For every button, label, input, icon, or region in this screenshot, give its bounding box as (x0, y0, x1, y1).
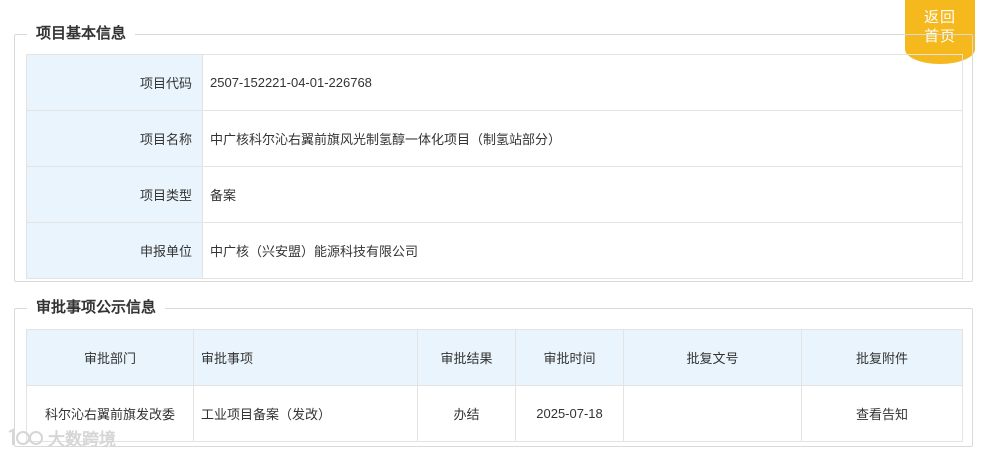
table-row: 项目代码 2507-152221-04-01-226768 (26, 54, 963, 111)
project-type-label: 项目类型 (26, 166, 203, 223)
table-row: 申报单位 中广核（兴安盟）能源科技有限公司 (26, 222, 963, 279)
applicant-value: 中广核（兴安盟）能源科技有限公司 (202, 222, 963, 279)
cell-attachment: 查看告知 (801, 385, 963, 442)
back-button-line1: 返回 (923, 9, 956, 26)
col-header-item: 审批事项 (193, 329, 418, 386)
project-name-label: 项目名称 (26, 110, 203, 167)
applicant-label: 申报单位 (26, 222, 203, 279)
table-row: 项目名称 中广核科尔沁右翼前旗风光制氢醇一体化项目（制氢站部分） (26, 110, 963, 167)
basic-info-table: 项目代码 2507-152221-04-01-226768 项目名称 中广核科尔… (26, 54, 963, 279)
project-code-label: 项目代码 (26, 54, 203, 111)
watermark: 大数跨境 (6, 425, 116, 450)
col-header-result: 审批结果 (417, 329, 516, 386)
brand-logo-icon (6, 427, 44, 448)
basic-info-section: 项目基本信息 项目代码 2507-152221-04-01-226768 项目名… (14, 24, 973, 282)
table-row: 项目类型 备案 (26, 166, 963, 223)
approval-table: 审批部门 审批事项 审批结果 审批时间 批复文号 批复附件 科尔沁右翼前旗发改委… (26, 329, 963, 442)
approval-info-title: 审批事项公示信息 (27, 298, 166, 318)
cell-result: 办结 (417, 385, 516, 442)
watermark-text: 大数跨境 (48, 430, 116, 449)
cell-doc-no (623, 385, 802, 442)
basic-info-title: 项目基本信息 (27, 24, 136, 44)
view-notice-link[interactable]: 查看告知 (856, 407, 908, 422)
project-code-value: 2507-152221-04-01-226768 (202, 54, 963, 111)
col-header-time: 审批时间 (515, 329, 624, 386)
cell-item: 工业项目备案（发改） (193, 385, 418, 442)
table-header-row: 审批部门 审批事项 审批结果 审批时间 批复文号 批复附件 (26, 329, 963, 386)
cell-time: 2025-07-18 (515, 385, 624, 442)
project-name-value: 中广核科尔沁右翼前旗风光制氢醇一体化项目（制氢站部分） (202, 110, 963, 167)
col-header-dept: 审批部门 (26, 329, 194, 386)
table-row: 科尔沁右翼前旗发改委 工业项目备案（发改） 办结 2025-07-18 查看告知 (26, 385, 963, 442)
col-header-attachment: 批复附件 (801, 329, 963, 386)
approval-info-section: 审批事项公示信息 审批部门 审批事项 审批结果 审批时间 批复文号 批复附件 科… (14, 298, 973, 447)
project-type-value: 备案 (202, 166, 963, 223)
col-header-doc-no: 批复文号 (623, 329, 802, 386)
